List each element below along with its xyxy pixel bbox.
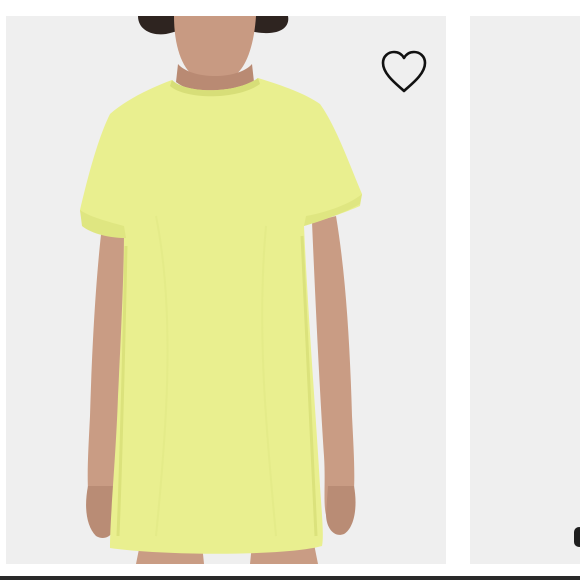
favorite-heart-button[interactable] xyxy=(379,49,429,95)
product-photo-slide[interactable] xyxy=(6,16,446,564)
product-photo xyxy=(6,16,446,564)
next-product-photo-slide[interactable] xyxy=(470,16,580,564)
gallery-bottom-divider xyxy=(0,576,580,580)
heart-outline-icon xyxy=(381,50,427,93)
next-photo-shoe-detail xyxy=(574,527,580,547)
product-image-gallery[interactable] xyxy=(0,0,580,580)
